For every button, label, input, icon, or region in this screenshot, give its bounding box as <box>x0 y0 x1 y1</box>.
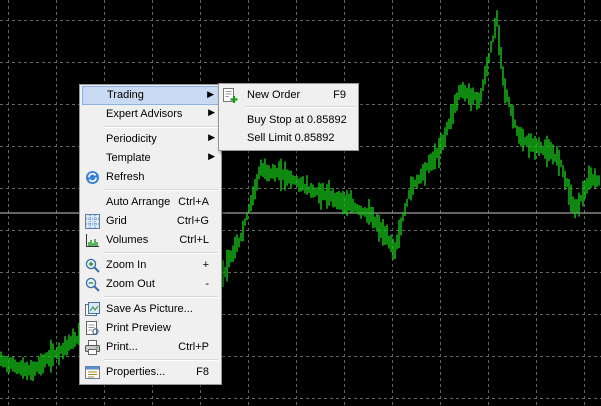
menu-item-template[interactable]: Template ▶ <box>82 149 219 168</box>
menu-item-print[interactable]: Print... Ctrl+P <box>82 338 219 357</box>
printer-icon <box>85 340 100 355</box>
menu-separator <box>104 252 218 254</box>
menu-separator <box>104 359 218 361</box>
save-picture-icon <box>85 302 100 316</box>
properties-icon <box>85 366 100 379</box>
submenu-arrow-icon: ▶ <box>208 132 215 142</box>
menu-item-properties[interactable]: Properties... F8 <box>82 363 219 382</box>
menu-item-save-as-picture[interactable]: Save As Picture... <box>82 300 219 319</box>
menu-item-print-preview[interactable]: Print Preview <box>82 319 219 338</box>
print-preview-icon <box>86 321 99 335</box>
menu-item-sell-limit[interactable]: Sell Limit 0.85892 <box>221 129 356 147</box>
menu-item-buy-stop[interactable]: Buy Stop at 0.85892 <box>221 111 356 129</box>
menu-item-zoom-in[interactable]: Zoom In + <box>82 256 219 275</box>
menu-separator <box>104 189 218 191</box>
menu-item-expert-advisors[interactable]: Expert Advisors ▶ <box>82 105 219 124</box>
submenu-arrow-icon: ▶ <box>208 151 215 161</box>
grid-icon <box>85 214 100 229</box>
trading-submenu: New Order F9 Buy Stop at 0.85892 Sell Li… <box>218 83 359 151</box>
menu-item-refresh[interactable]: Refresh <box>82 168 219 187</box>
menu-item-volumes[interactable]: Volumes Ctrl+L <box>82 231 219 250</box>
submenu-arrow-icon: ▶ <box>208 107 215 117</box>
menu-item-new-order[interactable]: New Order F9 <box>221 86 356 104</box>
menu-item-zoom-out[interactable]: Zoom Out - <box>82 275 219 294</box>
menu-item-grid[interactable]: Grid Ctrl+G <box>82 212 219 231</box>
menu-separator <box>104 126 218 128</box>
menu-separator <box>104 296 218 298</box>
menu-item-periodicity[interactable]: Periodicity ▶ <box>82 130 219 149</box>
menu-separator <box>245 106 355 108</box>
zoom-out-icon <box>85 277 100 292</box>
menu-item-trading[interactable]: Trading ▶ <box>82 86 219 105</box>
volumes-icon <box>86 234 99 247</box>
zoom-in-icon <box>85 258 100 273</box>
menu-item-auto-arrange[interactable]: Auto Arrange Ctrl+A <box>82 193 219 212</box>
chart-context-menu: Trading ▶ Expert Advisors ▶ Periodicity … <box>79 84 222 385</box>
new-order-icon <box>223 88 238 103</box>
submenu-arrow-icon: ▶ <box>207 89 214 99</box>
refresh-icon <box>86 171 99 184</box>
